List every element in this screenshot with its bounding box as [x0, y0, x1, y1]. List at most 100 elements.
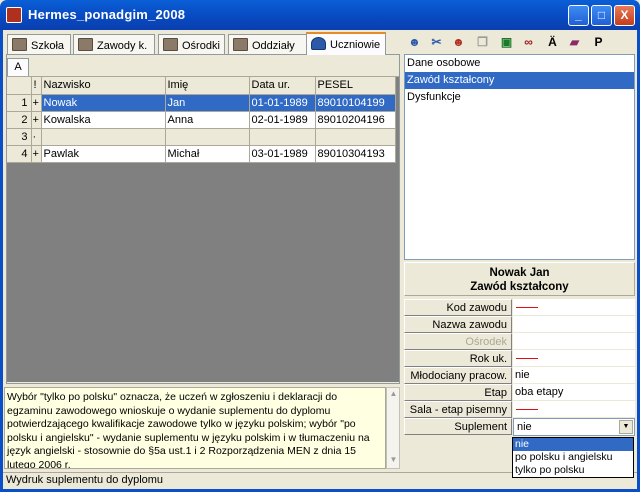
table-row[interactable]: 4 + Pawlak Michał 03-01-1989 89010304193: [7, 145, 396, 163]
required-marker: [516, 358, 538, 359]
table-row[interactable]: 2 + Kowalska Anna 02-01-1989 89010204196: [7, 111, 396, 129]
section-title: Zawód kształcony: [470, 281, 569, 293]
cell-data-ur[interactable]: 02-01-1989: [249, 111, 316, 129]
tab-oddzialy[interactable]: Oddziały: [228, 34, 307, 54]
field-label: Ośrodek: [404, 333, 512, 350]
cell-data-ur[interactable]: 03-01-1989: [249, 145, 316, 163]
subtab-a[interactable]: A: [7, 58, 29, 76]
dropdown-option[interactable]: tylko po polsku: [513, 464, 633, 477]
cut-person-icon[interactable]: ✂: [428, 34, 445, 50]
group-icon[interactable]: ☻: [450, 34, 467, 50]
tab-zawody[interactable]: Zawody k.: [73, 34, 155, 54]
cell-imie[interactable]: Jan: [165, 94, 250, 112]
row-marker: +: [31, 94, 42, 112]
cell-nazwisko[interactable]: [41, 128, 166, 146]
tab-osrodki[interactable]: Ośrodki: [158, 34, 225, 54]
row-marker: ·: [31, 128, 42, 146]
title-bar: Hermes_ponadgim_2008 _ □ X: [0, 0, 640, 30]
a-umlaut-icon[interactable]: Ä: [544, 34, 561, 50]
building-icon: [12, 38, 27, 51]
suplement-dropdown: nie po polsku i angielsku tylko po polsk…: [512, 437, 634, 478]
detail-header: Nowak Jan Zawód kształcony: [404, 262, 635, 296]
tab-szkola[interactable]: Szkoła: [7, 34, 71, 54]
row-number[interactable]: 1: [7, 94, 32, 112]
cell-data-ur[interactable]: 01-01-1989: [249, 94, 316, 112]
field-label[interactable]: Kod zawodu: [404, 299, 512, 316]
cell-pesel[interactable]: 89010304193: [315, 145, 396, 163]
cell-nazwisko[interactable]: Kowalska: [41, 111, 166, 129]
field-value[interactable]: [513, 316, 635, 333]
save-icon[interactable]: ▣: [498, 34, 515, 50]
section-list: Dane osobowe Zawód kształcony Dysfunkcje: [404, 54, 635, 260]
app-icon[interactable]: [6, 7, 22, 23]
row-marker: +: [31, 145, 42, 163]
column-header[interactable]: Data ur.: [249, 77, 316, 95]
table-row[interactable]: 1 + Nowak Jan 01-01-1989 89010104199: [7, 94, 396, 112]
field-sala: Sala - etap pisemny: [404, 401, 635, 418]
field-etap: Etap oba etapy: [404, 384, 635, 401]
cell-nazwisko[interactable]: Pawlak: [41, 145, 166, 163]
person-icon[interactable]: ☻: [406, 34, 423, 50]
row-number[interactable]: 4: [7, 145, 32, 163]
field-value[interactable]: [513, 299, 635, 316]
field-kod-zawodu: Kod zawodu: [404, 299, 635, 316]
row-marker: +: [31, 111, 42, 129]
cell-pesel[interactable]: [315, 128, 396, 146]
p-icon[interactable]: P: [590, 34, 607, 50]
required-marker: [516, 409, 538, 410]
close-button[interactable]: X: [614, 5, 635, 26]
cell-pesel[interactable]: 89010104199: [315, 94, 396, 112]
field-label[interactable]: Sala - etap pisemny: [404, 401, 512, 418]
cell-nazwisko[interactable]: Nowak: [41, 94, 166, 112]
copy-icon[interactable]: ❐: [474, 34, 491, 50]
scroll-up-icon[interactable]: ▲: [388, 389, 399, 401]
field-label[interactable]: Suplement: [404, 418, 512, 435]
cell-pesel[interactable]: 89010204196: [315, 111, 396, 129]
row-number[interactable]: 3: [7, 128, 32, 146]
field-label[interactable]: Nazwa zawodu: [404, 316, 512, 333]
field-mlodociany: Młodociany pracow. nie: [404, 367, 635, 384]
cell-imie[interactable]: [165, 128, 250, 146]
section-item-dane-osobowe[interactable]: Dane osobowe: [405, 55, 634, 72]
table-row[interactable]: 3 ·: [7, 128, 396, 146]
help-scrollbar[interactable]: ▲ ▼: [386, 387, 400, 469]
field-value: [513, 333, 635, 350]
column-header[interactable]: !: [31, 77, 42, 95]
tab-uczniowie[interactable]: Uczniowie: [306, 32, 386, 55]
cell-imie[interactable]: Michał: [165, 145, 250, 163]
field-value[interactable]: nie: [513, 367, 635, 384]
grid-header: ! Nazwisko Imię Data ur. PESEL: [7, 77, 396, 95]
students-grid: ! Nazwisko Imię Data ur. PESEL 1 + Nowak…: [7, 76, 399, 382]
field-value[interactable]: [513, 350, 635, 367]
chevron-down-icon[interactable]: ▼: [619, 420, 633, 434]
minimize-button[interactable]: _: [568, 5, 589, 26]
maximize-button[interactable]: □: [591, 5, 612, 26]
dropdown-option[interactable]: po polsku i angielsku: [513, 451, 633, 464]
column-header[interactable]: PESEL: [315, 77, 396, 95]
field-suplement: Suplement nie ▼: [404, 418, 635, 436]
student-name: Nowak Jan: [489, 267, 550, 279]
column-header[interactable]: Nazwisko: [41, 77, 166, 95]
section-item-zawod[interactable]: Zawód kształcony: [405, 72, 634, 89]
row-number[interactable]: 2: [7, 111, 32, 129]
field-value[interactable]: [513, 401, 635, 418]
field-label[interactable]: Młodociany pracow.: [404, 367, 512, 384]
field-label[interactable]: Etap: [404, 384, 512, 401]
window-title: Hermes_ponadgim_2008: [28, 7, 186, 22]
section-item-dysfunkcje[interactable]: Dysfunkcje: [405, 89, 634, 106]
required-marker: [516, 307, 538, 308]
book-icon[interactable]: ▰: [566, 34, 583, 50]
dropdown-option[interactable]: nie: [513, 438, 633, 451]
field-osrodek: Ośrodek: [404, 333, 635, 350]
building-icon: [163, 38, 178, 51]
students-icon: [311, 37, 326, 50]
suplement-select[interactable]: nie ▼: [513, 418, 635, 436]
binoculars-icon[interactable]: ∞: [520, 34, 537, 50]
field-label[interactable]: Rok uk.: [404, 350, 512, 367]
scroll-down-icon[interactable]: ▼: [388, 455, 399, 467]
building-icon: [78, 38, 93, 51]
column-header[interactable]: Imię: [165, 77, 250, 95]
field-value[interactable]: oba etapy: [513, 384, 635, 401]
cell-imie[interactable]: Anna: [165, 111, 250, 129]
cell-data-ur[interactable]: [249, 128, 316, 146]
